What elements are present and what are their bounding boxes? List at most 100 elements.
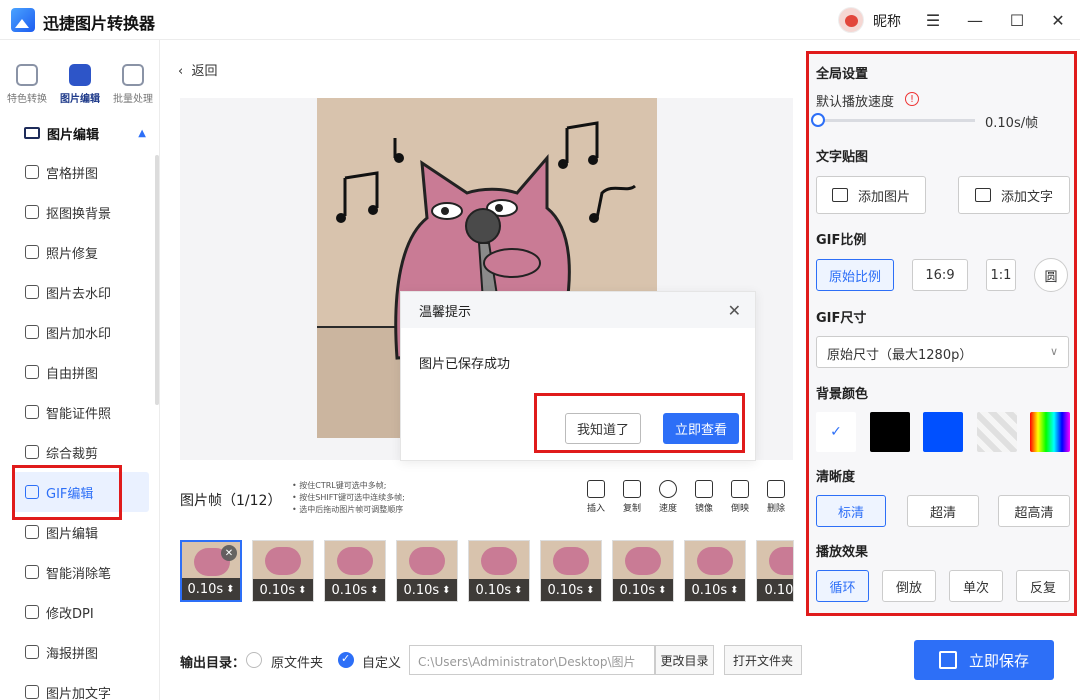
frame-duration[interactable]: 0.10s — [469, 579, 529, 601]
frame-image — [625, 547, 661, 575]
open-folder-button[interactable]: 打开文件夹 — [724, 645, 802, 675]
clarity-high-button[interactable]: 超清 — [907, 495, 979, 527]
nav-item-id-photo[interactable]: 智能证件照 — [0, 392, 160, 432]
frame-thumbnail[interactable]: 0.10s — [468, 540, 530, 602]
frame-duration[interactable]: 0.10s — [613, 579, 673, 601]
speed-label: 默认播放速度 — [816, 95, 895, 110]
global-settings-title: 全局设置 — [816, 67, 869, 82]
category-batch[interactable]: 批量处理 — [108, 64, 158, 105]
save-now-button[interactable]: 立即保存 — [914, 640, 1054, 680]
nav-label: 照片修复 — [46, 246, 99, 262]
clarity-ultra-button[interactable]: 超高清 — [998, 495, 1070, 527]
frame-duration[interactable]: 0.10s — [541, 579, 601, 601]
ratio-circle-button[interactable]: 圆 — [1034, 258, 1068, 292]
size-dropdown[interactable]: 原始尺寸（最大1280p） ∨ — [816, 336, 1069, 368]
frame-thumbnail[interactable]: 0.10s — [540, 540, 602, 602]
nav-item-add-text[interactable]: 图片加文字 — [0, 672, 160, 700]
insert-tool-button[interactable]: 插入 — [581, 480, 611, 514]
frame-duration[interactable]: 0.10s — [253, 579, 313, 601]
nav-item-remove-watermark[interactable]: 图片去水印 — [0, 272, 160, 312]
back-button[interactable]: ‹ 返回 — [178, 60, 217, 79]
swatch-black[interactable] — [870, 412, 910, 452]
nav-scrollbar[interactable] — [155, 155, 159, 405]
close-button[interactable]: ✕ — [1046, 8, 1070, 32]
play-loop-button[interactable]: 循环 — [816, 570, 869, 602]
section-header-image-edit[interactable]: 图片编辑 ▲ — [24, 122, 154, 144]
play-once-button[interactable]: 单次 — [949, 570, 1003, 602]
delete-tool-button[interactable]: 删除 — [761, 480, 791, 514]
frame-duration[interactable]: 0.10s — [325, 579, 385, 601]
nav-label: 自由拼图 — [46, 366, 99, 382]
original-folder-label[interactable]: 原文件夹 — [271, 652, 323, 671]
title-bar: 迅捷图片转换器 昵称 ☰ — ☐ ✕ — [0, 0, 1080, 40]
trash-icon — [767, 480, 785, 498]
change-dir-button[interactable]: 更改目录 — [655, 645, 714, 675]
frame-thumbnail[interactable]: 0.10s — [612, 540, 674, 602]
nickname[interactable]: 昵称 — [873, 11, 901, 31]
nav-item-image-edit[interactable]: 图片编辑 — [0, 512, 160, 552]
swatch-white[interactable]: ✓ — [816, 412, 856, 452]
copy-tool-button[interactable]: 复制 — [617, 480, 647, 514]
speed-tool-button[interactable]: 速度 — [653, 480, 683, 514]
button-label: 添加图片 — [857, 189, 910, 205]
play-pingpong-button[interactable]: 反复 — [1016, 570, 1070, 602]
radio-custom-folder[interactable] — [338, 652, 354, 668]
nav-item-add-watermark[interactable]: 图片加水印 — [0, 312, 160, 352]
copy-icon — [623, 480, 641, 498]
nav-item-cutout-background[interactable]: 抠图换背景 — [0, 192, 160, 232]
frame-thumbnail[interactable]: 0.10s — [252, 540, 314, 602]
frame-duration[interactable]: 0.10s — [757, 579, 793, 601]
nav-label: 抠图换背景 — [46, 206, 112, 222]
nav-item-free-collage[interactable]: 自由拼图 — [0, 352, 160, 392]
frame-thumbnail[interactable]: 0.10s — [756, 540, 794, 602]
frame-thumbnail[interactable]: 0.10s — [684, 540, 746, 602]
dialog-close-icon[interactable]: ✕ — [728, 301, 741, 320]
back-label: 返回 — [191, 64, 218, 79]
reflect-tool-button[interactable]: 倒映 — [725, 480, 755, 514]
radio-original-folder[interactable] — [246, 652, 262, 668]
category-image-edit[interactable]: 图片编辑 — [55, 64, 105, 105]
nav-item-eraser[interactable]: 智能消除笔 — [0, 552, 160, 592]
play-reverse-button[interactable]: 倒放 — [882, 570, 936, 602]
swatch-blue[interactable] — [923, 412, 963, 452]
swatch-transparent[interactable] — [977, 412, 1017, 452]
info-icon[interactable]: ! — [905, 92, 919, 106]
custom-folder-label[interactable]: 自定义 — [362, 652, 401, 671]
bg-color-title: 背景颜色 — [816, 387, 869, 402]
remove-frame-icon[interactable]: ✕ — [221, 545, 237, 561]
nav-item-photo-repair[interactable]: 照片修复 — [0, 232, 160, 272]
frame-thumbnail[interactable]: ✕ 0.10s — [180, 540, 242, 602]
minimize-button[interactable]: — — [963, 8, 987, 32]
clarity-standard-button[interactable]: 标清 — [816, 495, 886, 527]
swatch-custom-color[interactable] — [1030, 412, 1070, 452]
frames-count-label: 图片帧（1/12） — [180, 493, 282, 509]
avatar[interactable] — [838, 7, 864, 33]
frame-thumbnail[interactable]: 0.10s — [324, 540, 386, 602]
maximize-button[interactable]: ☐ — [1005, 8, 1029, 32]
mirror-tool-button[interactable]: 镜像 — [689, 480, 719, 514]
ratio-1-1-button[interactable]: 1:1 — [986, 259, 1016, 291]
tool-label: 速度 — [658, 504, 677, 514]
frame-image — [553, 547, 589, 575]
view-now-button[interactable]: 立即查看 — [663, 413, 739, 444]
ratio-original-button[interactable]: 原始比例 — [816, 259, 894, 291]
output-path-field[interactable]: C:\Users\Administrator\Desktop\图片 — [409, 645, 655, 675]
add-text-button[interactable]: 添加文字 — [958, 176, 1070, 214]
frame-thumbnail[interactable]: 0.10s — [396, 540, 458, 602]
category-special-convert[interactable]: 特色转换 — [2, 64, 52, 105]
text-icon — [25, 685, 39, 699]
dismiss-button[interactable]: 我知道了 — [565, 413, 641, 444]
menu-icon[interactable]: ☰ — [921, 8, 945, 32]
nav-item-grid-collage[interactable]: 宫格拼图 — [0, 152, 160, 192]
ratio-16-9-button[interactable]: 16:9 — [912, 259, 968, 291]
nav-item-gif-edit[interactable]: GIF编辑 — [12, 472, 149, 512]
frame-duration[interactable]: 0.10s — [182, 578, 240, 600]
frame-duration[interactable]: 0.10s — [397, 579, 457, 601]
speed-slider[interactable] — [818, 119, 975, 122]
add-image-button[interactable]: 添加图片 — [816, 176, 926, 214]
frame-duration[interactable]: 0.10s — [685, 579, 745, 601]
speed-slider-handle[interactable] — [811, 113, 825, 127]
nav-item-dpi[interactable]: 修改DPI — [0, 592, 160, 632]
nav-item-poster[interactable]: 海报拼图 — [0, 632, 160, 672]
nav-item-crop[interactable]: 综合裁剪 — [0, 432, 160, 472]
